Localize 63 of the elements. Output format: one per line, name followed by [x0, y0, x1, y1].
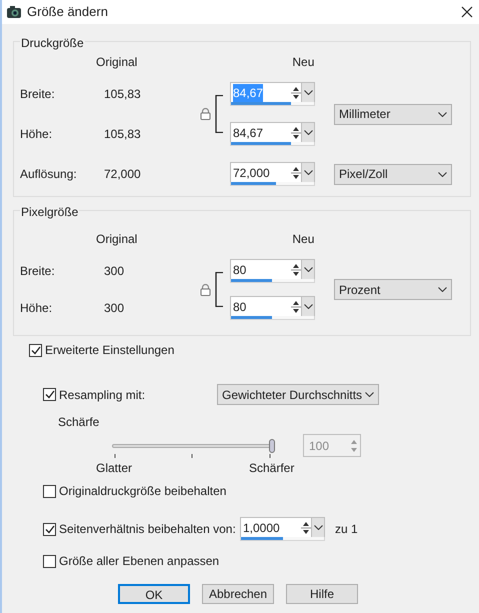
value-text: 105,83	[104, 86, 142, 103]
chevron-icon	[365, 392, 374, 397]
dialog-button[interactable]: OK	[118, 584, 190, 604]
chevron-icon	[304, 170, 312, 175]
dropdown[interactable]: Prozent	[334, 279, 452, 300]
close-icon	[461, 6, 473, 18]
dialog-button[interactable]: Hilfe	[286, 584, 358, 604]
column-header: Original	[96, 54, 138, 71]
lock-icon	[200, 108, 211, 120]
checkmark-icon	[30, 346, 40, 354]
slider-max-label: Schärfer	[249, 460, 294, 473]
chevron-icon	[304, 130, 312, 135]
dropdown[interactable]: Pixel/Zoll	[334, 164, 452, 184]
dropdown[interactable]: Gewichteter Durchschnitts	[217, 384, 380, 405]
field-label: Höhe:	[20, 126, 54, 143]
column-header: Original	[96, 231, 138, 248]
column-header: Neu	[292, 54, 314, 71]
chevron-icon	[304, 304, 312, 309]
value-text: 105,83	[104, 126, 142, 143]
chevron-icon	[438, 172, 447, 176]
column-header: Neu	[292, 231, 314, 248]
checkbox-label[interactable]: Resampling mit:	[59, 386, 146, 404]
dialog-button[interactable]: Abbrechen	[202, 584, 274, 604]
chevron-icon	[438, 112, 447, 116]
link-bracket	[215, 272, 223, 307]
field-label: Breite:	[20, 86, 56, 103]
window-title: Größe ändern	[27, 3, 109, 22]
slider-track[interactable]	[112, 438, 275, 454]
lock-icon	[200, 284, 211, 296]
field-label: Breite:	[20, 263, 56, 280]
checkbox-label[interactable]: Seitenverhältnis beibehalten von:	[59, 520, 236, 538]
value-text: 300	[104, 300, 126, 317]
value-text: 300	[104, 263, 126, 280]
checkmark-icon	[44, 524, 54, 534]
checkbox[interactable]	[43, 388, 56, 401]
dropdown-toggle[interactable]	[301, 83, 314, 102]
field-label: Auflösung:	[20, 166, 78, 183]
chevron-icon	[314, 525, 322, 530]
unit-label: zu 1	[335, 521, 358, 538]
chevron-icon	[438, 287, 447, 292]
checkbox[interactable]	[43, 522, 56, 536]
dropdown[interactable]: Millimeter	[334, 104, 452, 124]
checkbox-label[interactable]: Erweiterte Einstellungen	[45, 341, 174, 359]
spin-arrows-icon	[350, 438, 358, 454]
slider-min-label: Glatter	[96, 460, 134, 473]
dropdown-toggle[interactable]	[301, 163, 314, 182]
checkmark-icon	[44, 390, 54, 399]
checkbox[interactable]	[43, 484, 56, 498]
checkbox[interactable]	[29, 344, 42, 356]
checkbox-label[interactable]: Originaldruckgröße beibehalten	[59, 482, 226, 500]
chevron-icon	[304, 267, 312, 272]
chevron-icon	[304, 90, 312, 95]
field-label: Höhe:	[20, 300, 54, 317]
link-bracket	[215, 95, 223, 133]
checkbox-label[interactable]: Größe aller Ebenen anpassen	[59, 552, 220, 570]
dropdown-toggle[interactable]	[301, 123, 314, 142]
dropdown-toggle[interactable]	[301, 297, 314, 316]
value-text: 72,000	[104, 166, 142, 183]
slider-label: Schärfe	[58, 414, 100, 428]
dropdown-toggle[interactable]	[311, 518, 324, 537]
camera-icon	[6, 5, 22, 19]
checkbox[interactable]	[43, 554, 56, 568]
dropdown-toggle[interactable]	[301, 260, 314, 279]
